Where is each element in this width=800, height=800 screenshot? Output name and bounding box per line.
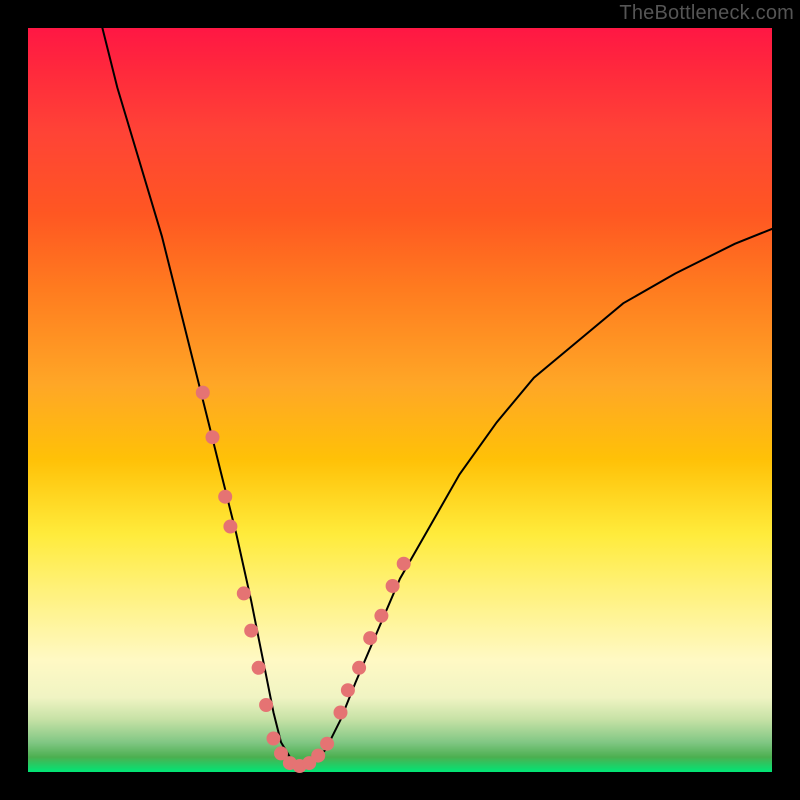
bottleneck-chart: TheBottleneck.com — [0, 0, 800, 800]
chart-gradient-background — [28, 28, 772, 772]
watermark-text: TheBottleneck.com — [619, 2, 794, 25]
